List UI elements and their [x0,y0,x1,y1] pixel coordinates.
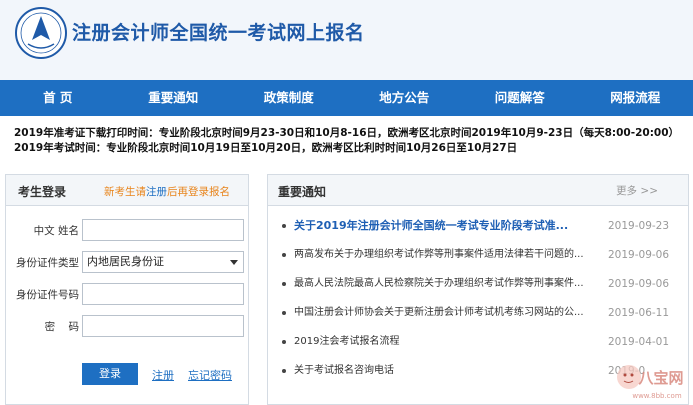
list-item: 最高人民法院最高人民检察院关于办理组织考试作弊等刑事案件... 2019-09-… [268,277,688,306]
cicpa-logo-icon [15,7,67,59]
notice-admission-ticket: 2019年准考证下载打印时间：专业阶段北京时间9月23-30日和10月8-16日… [14,127,680,139]
news-date: 2019-06-11 [608,307,670,319]
password-input[interactable] [82,315,244,337]
nav-item-faq[interactable]: 问题解答 [462,80,578,116]
register-hint-suffix: 后再登录报名 [167,186,230,198]
bullet-icon [282,369,286,373]
idnum-row: 身份证件号码 [6,283,250,305]
idtype-selected-value: 内地居民身份证 [87,255,164,268]
register-hint: 新考生请注册后再登录报名 [104,184,230,199]
news-panel-header: 重要通知 更多 >> [268,175,688,206]
login-title: 考生登录 [18,185,67,199]
bullet-icon [282,253,286,257]
name-label: 中文 姓名 [33,225,79,237]
login-panel-header: 考生登录 新考生请注册后再登录报名 [6,175,248,206]
more-link[interactable]: 更多 >> [616,183,658,198]
idtype-select[interactable]: 内地居民身份证 [82,251,244,273]
news-date: 2019-09-23 [608,220,670,232]
nav-item-policies[interactable]: 政策制度 [231,80,347,116]
nav-item-notices[interactable]: 重要通知 [116,80,232,116]
site-title: 注册会计师全国统一考试网上报名 [72,22,365,44]
bullet-icon [282,224,286,228]
nav-item-local-announcements[interactable]: 地方公告 [347,80,463,116]
news-link[interactable]: 两高发布关于办理组织考试作弊等刑事案件适用法律若干问题的... [294,248,600,262]
dropdown-arrow-icon [230,260,238,265]
notice-exam-time: 2019年考试时间：专业阶段北京时间10月19日至10月20日，欧洲考区比利时时… [14,142,518,154]
password-row: 密 码 [6,315,250,337]
exam-notice: 2019年准考证下载打印时间：专业阶段北京时间9月23-30日和10月8-16日… [14,126,689,156]
list-item: 中国注册会计师协会关于更新注册会计师考试机考练习网站的公... 2019-06-… [268,306,688,335]
nav-item-registration-process[interactable]: 网报流程 [578,80,693,116]
watermark-text: 八宝网 [637,369,683,387]
bullet-icon [282,282,286,286]
idnum-label: 身份证件号码 [16,289,79,301]
bullet-icon [282,340,286,344]
news-link[interactable]: 中国注册会计师协会关于更新注册会计师考试机考练习网站的公... [294,306,600,320]
watermark-url: www.8bb.com [632,392,681,400]
news-link[interactable]: 关于考试报名咨询电话 [294,364,600,378]
news-date: 2019-09-06 [608,249,670,261]
list-item: 两高发布关于办理组织考试作弊等刑事案件适用法律若干问题的... 2019-09-… [268,248,688,277]
idtype-row: 身份证件类型 内地居民身份证 [6,251,250,273]
news-link[interactable]: 2019注会考试报名流程 [294,335,600,349]
name-input[interactable] [82,219,244,241]
news-title: 重要通知 [278,185,327,199]
name-row: 中文 姓名 [6,219,250,241]
bullet-icon [282,311,286,315]
idtype-label: 身份证件类型 [16,257,79,269]
news-link[interactable]: 关于2019年注册会计师全国统一考试专业阶段考试准... [294,219,600,233]
register-hint-link[interactable]: 注册 [146,186,167,198]
login-button[interactable]: 登录 [82,363,138,385]
news-link[interactable]: 最高人民法院最高人民检察院关于办理组织考试作弊等刑事案件... [294,277,600,291]
nav-item-home[interactable]: 首 页 [0,80,116,116]
login-panel: 考生登录 新考生请注册后再登录报名 中文 姓名 身份证件类型 内地居民身份证 身… [5,174,249,405]
forgot-password-link[interactable]: 忘记密码 [188,367,232,383]
idnum-input[interactable] [82,283,244,305]
news-date: 2019-04-01 [608,336,670,348]
list-item: 关于2019年注册会计师全国统一考试专业阶段考试准... 2019-09-23 [268,219,688,248]
watermark-logo-icon: 八宝网 www.8bb.com [617,365,684,400]
site-header: 注册会计师全国统一考试网上报名 [0,0,693,80]
register-link[interactable]: 注册 [152,367,174,383]
register-hint-prefix: 新考生请 [104,186,146,198]
main-nav: 首 页 重要通知 政策制度 地方公告 问题解答 网报流程 [0,80,693,116]
password-label: 密 码 [44,321,79,333]
news-date: 2019-09-06 [608,278,670,290]
